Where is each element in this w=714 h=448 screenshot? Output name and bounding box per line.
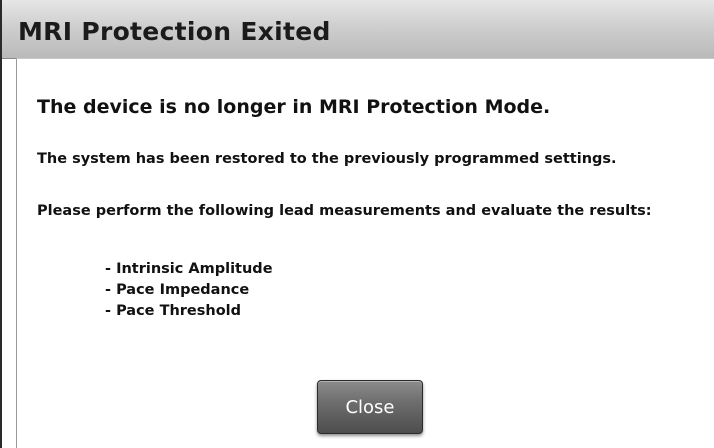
measurement-list: - Intrinsic Amplitude - Pace Impedance -… (105, 259, 273, 322)
mri-protection-exited-dialog: MRI Protection Exited The device is no l… (0, 0, 714, 448)
close-button[interactable]: Close (317, 380, 423, 434)
measurement-item-pace-threshold: - Pace Threshold (105, 303, 242, 319)
restored-message: The system has been restored to the prev… (37, 151, 617, 167)
dialog-titlebar: MRI Protection Exited (2, 0, 714, 59)
instructions-message: Please perform the following lead measur… (37, 203, 652, 219)
measurement-item-pace-impedance: - Pace Impedance (105, 282, 250, 298)
measurement-item-intrinsic-amplitude: - Intrinsic Amplitude (105, 261, 273, 277)
status-heading: The device is no longer in MRI Protectio… (37, 96, 551, 118)
dialog-title: MRI Protection Exited (18, 17, 331, 46)
